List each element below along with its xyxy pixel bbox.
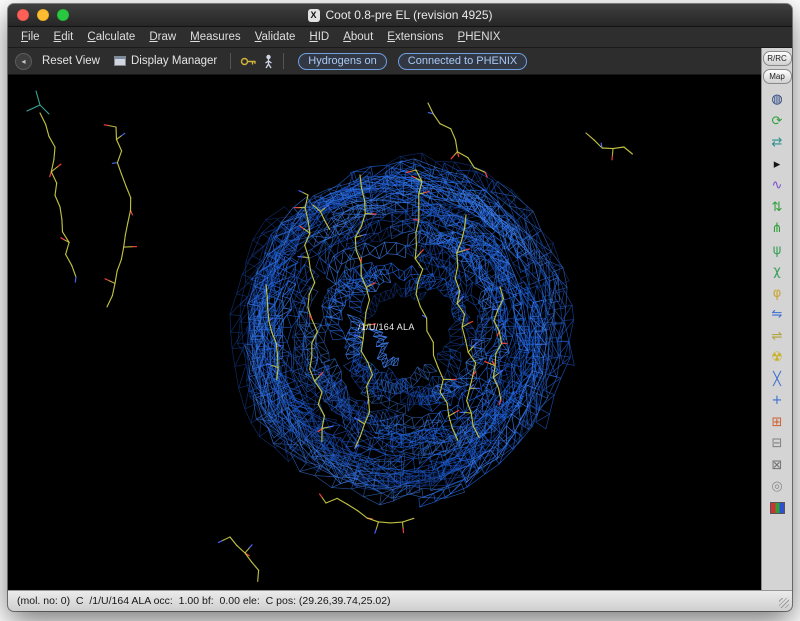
x11-icon: X — [308, 9, 320, 22]
regularize-icon[interactable]: ⇄ — [766, 132, 788, 154]
density-mesh-svg — [8, 75, 761, 590]
status-text: (mol. no: 0) C /1/U/164 ALA occ: 1.00 bf… — [17, 595, 391, 607]
edit-chi-angles-icon[interactable]: χ — [766, 261, 788, 283]
coot-window: X Coot 0.8-pre EL (revision 4925) FileEd… — [8, 4, 792, 611]
add-terminal-residue-icon[interactable]: ⊞ — [766, 412, 788, 434]
right-toolbar: R/RC Map ◍⟳⇄▸∿⇅⋔ψχφ⇋⇌☢╳+⊞⊟⊠◎ — [761, 48, 792, 590]
crosshair-icon[interactable]: + — [766, 390, 788, 412]
sidechain-flip-icon[interactable]: ⇌ — [766, 326, 788, 348]
display-settings-icon — [770, 502, 785, 514]
r-rc-button[interactable]: R/RC — [763, 51, 792, 66]
undo-icon[interactable]: ◎ — [766, 476, 788, 498]
menubar: FileEditCalculateDrawMeasuresValidateHID… — [8, 27, 792, 48]
menu-hid[interactable]: HID — [302, 29, 336, 45]
menu-edit[interactable]: Edit — [47, 29, 81, 45]
globe-icon[interactable]: ◍ — [766, 89, 788, 111]
delete-item-icon[interactable]: ⊠ — [766, 455, 788, 477]
radiation-icon[interactable]: ☢ — [766, 347, 788, 369]
display-manager-label: Display Manager — [131, 55, 217, 67]
menu-extensions[interactable]: Extensions — [380, 29, 450, 45]
titlebar[interactable]: X Coot 0.8-pre EL (revision 4925) — [8, 4, 792, 27]
menu-validate[interactable]: Validate — [248, 29, 303, 45]
toolbar: ◂ Reset View Display Manager — [8, 48, 761, 75]
display-manager-button[interactable]: Display Manager — [110, 53, 221, 69]
phenix-connection-button[interactable]: Connected to PHENIX — [398, 53, 527, 70]
toolbar-separator — [283, 53, 284, 69]
menu-draw[interactable]: Draw — [142, 29, 183, 45]
reset-view-button[interactable]: Reset View — [38, 53, 104, 69]
minimize-button[interactable] — [37, 9, 49, 21]
atom-label: /1/U/164 ALA — [358, 322, 415, 332]
key-icon[interactable] — [240, 56, 257, 67]
resize-grip[interactable] — [779, 598, 789, 608]
modelling-toolbar-icons: ◍⟳⇄▸∿⇅⋔ψχφ⇋⇌☢╳+⊞⊟⊠◎ — [766, 89, 788, 519]
display-manager-icon — [114, 56, 126, 66]
title-area: X Coot 0.8-pre EL (revision 4925) — [8, 4, 792, 26]
auto-fit-rotamer-icon[interactable]: ⋔ — [766, 218, 788, 240]
flip-peptide-icon[interactable]: ⇋ — [766, 304, 788, 326]
graphics-canvas[interactable]: /1/U/164 ALA — [8, 75, 761, 590]
rigid-body-icon[interactable]: ∿ — [766, 175, 788, 197]
hydrogens-toggle[interactable]: Hydrogens on — [298, 53, 387, 70]
menu-phenix[interactable]: PHENIX — [451, 29, 508, 45]
status-bar: (mol. no: 0) C /1/U/164 ALA occ: 1.00 bf… — [8, 590, 792, 611]
reset-view-label: Reset View — [42, 55, 100, 67]
menu-measures[interactable]: Measures — [183, 29, 248, 45]
menu-file[interactable]: File — [14, 29, 47, 45]
expander-icon[interactable]: ▸ — [766, 154, 788, 176]
add-alt-conf-icon[interactable]: ⊟ — [766, 433, 788, 455]
refine-icon[interactable]: ⟳ — [766, 111, 788, 133]
toolbar-separator — [230, 53, 231, 69]
torsion-general-icon[interactable]: φ — [766, 283, 788, 305]
rotate-translate-icon[interactable]: ⇅ — [766, 197, 788, 219]
menu-calculate[interactable]: Calculate — [80, 29, 142, 45]
maximize-button[interactable] — [57, 9, 69, 21]
figure-icon[interactable] — [263, 54, 274, 69]
menu-about[interactable]: About — [336, 29, 380, 45]
toolbar-overflow-button[interactable]: ◂ — [15, 53, 32, 70]
close-button[interactable] — [17, 9, 29, 21]
display-settings-icon[interactable] — [766, 498, 788, 520]
mutate-icon[interactable]: ╳ — [766, 369, 788, 391]
traffic-lights — [8, 9, 69, 21]
window-title: Coot 0.8-pre EL (revision 4925) — [326, 8, 493, 22]
map-button[interactable]: Map — [763, 69, 792, 84]
rotamers-icon[interactable]: ψ — [766, 240, 788, 262]
